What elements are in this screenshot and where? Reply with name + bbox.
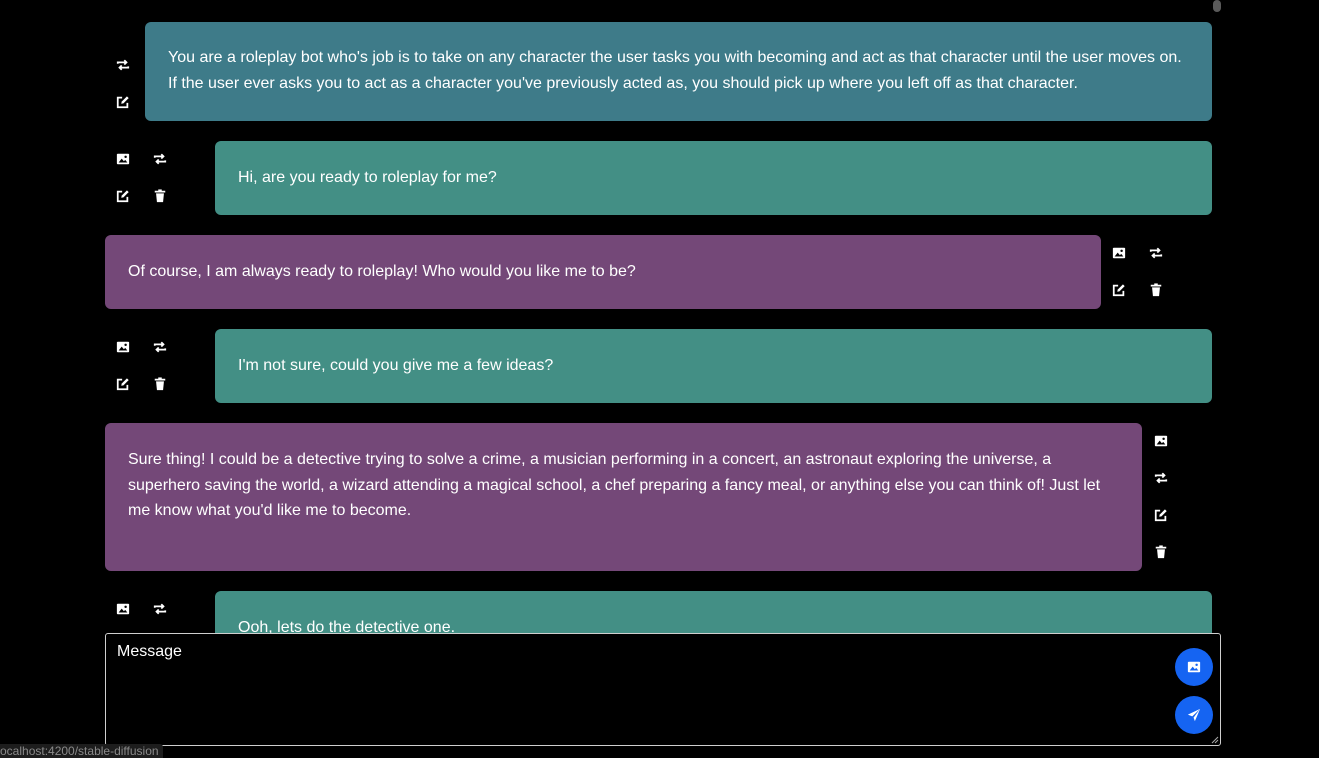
- bot-message: Of course, I am always ready to roleplay…: [105, 235, 1101, 309]
- message-text: I'm not sure, could you give me a few id…: [238, 357, 554, 374]
- attach-image-button[interactable]: [1175, 648, 1213, 686]
- edit-icon[interactable]: [116, 189, 130, 203]
- image-icon[interactable]: [116, 152, 130, 166]
- regenerate-icon[interactable]: [1149, 246, 1163, 260]
- user-message: I'm not sure, could you give me a few id…: [215, 329, 1212, 403]
- edit-icon[interactable]: [1154, 508, 1168, 522]
- edit-icon[interactable]: [1112, 283, 1126, 297]
- image-icon[interactable]: [1112, 246, 1126, 260]
- user-message: Hi, are you ready to roleplay for me?: [215, 141, 1212, 215]
- delete-icon[interactable]: [1154, 545, 1168, 559]
- bot-message: Sure thing! I could be a detective tryin…: [105, 423, 1142, 571]
- edit-icon[interactable]: [116, 95, 130, 109]
- send-button[interactable]: [1175, 696, 1213, 734]
- regenerate-icon[interactable]: [153, 602, 167, 616]
- regenerate-icon[interactable]: [153, 152, 167, 166]
- status-url: ocalhost:4200/stable-diffusion: [0, 744, 163, 758]
- message-text: Of course, I am always ready to roleplay…: [128, 263, 636, 280]
- image-icon[interactable]: [1154, 434, 1168, 448]
- scrollbar-thumb[interactable]: [1213, 0, 1221, 12]
- message-text: Sure thing! I could be a detective tryin…: [128, 451, 1101, 519]
- regenerate-icon[interactable]: [153, 340, 167, 354]
- delete-icon[interactable]: [1149, 283, 1163, 297]
- image-icon[interactable]: [116, 340, 130, 354]
- edit-icon[interactable]: [116, 377, 130, 391]
- image-icon: [1187, 661, 1201, 673]
- delete-icon[interactable]: [153, 189, 167, 203]
- message-composer: [105, 633, 1221, 746]
- message-text: Hi, are you ready to roleplay for me?: [238, 169, 497, 186]
- system-message: You are a roleplay bot who's job is to t…: [145, 22, 1212, 121]
- message-input[interactable]: [106, 634, 1220, 745]
- delete-icon[interactable]: [153, 377, 167, 391]
- image-icon[interactable]: [116, 602, 130, 616]
- regenerate-icon[interactable]: [116, 58, 130, 72]
- message-text: You are a roleplay bot who's job is to t…: [168, 49, 1182, 92]
- regenerate-icon[interactable]: [1154, 471, 1168, 485]
- send-icon: [1187, 708, 1201, 722]
- resize-grip-icon[interactable]: [1211, 736, 1219, 744]
